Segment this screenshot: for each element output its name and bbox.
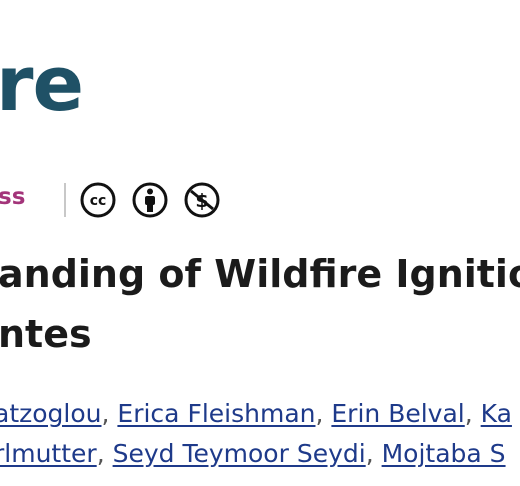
author-link[interactable]: rlmutter — [0, 439, 97, 468]
author-link[interactable]: Seyd Teymoor Seydi — [113, 439, 366, 468]
cc-icon[interactable]: cc — [80, 182, 116, 218]
attribution-icon[interactable] — [132, 182, 168, 218]
author-line-2: rlmutter, Seyd Teymoor Seydi, Mojtaba S — [0, 434, 512, 474]
author-separator: , — [464, 399, 473, 428]
title-line-2: ntes — [0, 312, 92, 356]
author-separator: , — [96, 439, 105, 468]
author-link[interactable]: Erica Fleishman — [117, 399, 315, 428]
svg-text:cc: cc — [90, 193, 107, 209]
author-link[interactable]: Mojtaba S — [382, 439, 506, 468]
author-line-1: atzoglou, Erica Fleishman, Erin Belval, … — [0, 394, 512, 434]
author-separator: , — [365, 439, 374, 468]
author-separator: , — [315, 399, 324, 428]
open-access-label: ss — [0, 184, 26, 210]
author-link[interactable]: Ka — [481, 399, 512, 428]
author-link[interactable]: atzoglou — [0, 399, 102, 428]
divider — [64, 183, 66, 217]
article-title: anding of Wildfire Ignitio ntes — [0, 244, 520, 364]
author-link[interactable]: Erin Belval — [331, 399, 464, 428]
title-line-1: anding of Wildfire Ignitio — [0, 252, 520, 296]
author-separator: , — [101, 399, 110, 428]
license-icons: cc $ — [80, 182, 220, 218]
author-list: atzoglou, Erica Fleishman, Erin Belval, … — [0, 394, 512, 474]
noncommercial-icon[interactable]: $ — [184, 182, 220, 218]
journal-logo[interactable]: re — [0, 46, 84, 122]
